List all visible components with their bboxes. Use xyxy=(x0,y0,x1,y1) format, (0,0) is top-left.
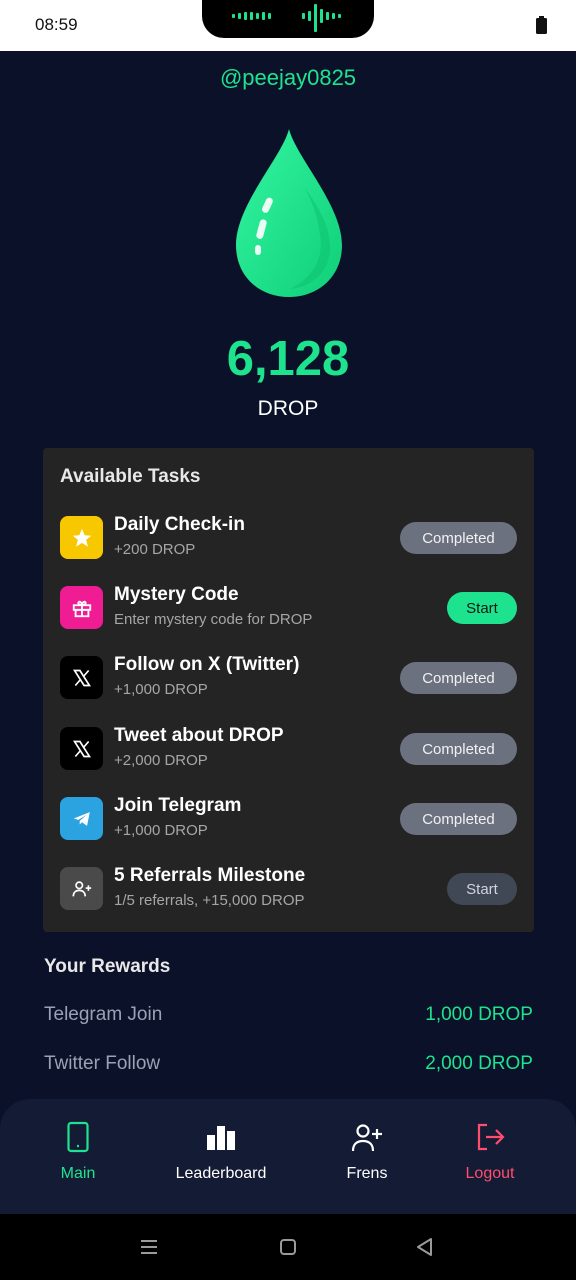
status-bar: 08:59 xyxy=(0,0,576,51)
system-nav-bar xyxy=(0,1214,576,1280)
completed-button[interactable]: Completed xyxy=(400,803,517,835)
task-row-tweet-about-drop: Tweet about DROP +2,000 DROP Completed xyxy=(43,725,534,797)
nav-label-leaderboard: Leaderboard xyxy=(175,1165,267,1182)
task-row-join-telegram: Join Telegram +1,000 DROP Completed xyxy=(43,795,534,867)
task-row-follow-x: Follow on X (Twitter) +1,000 DROP Comple… xyxy=(43,654,534,726)
task-desc: +1,000 DROP xyxy=(114,681,208,698)
bottom-nav: Main Leaderboard Frens Logout xyxy=(0,1099,576,1214)
tasks-card: Available Tasks Daily Check-in +200 DROP… xyxy=(43,448,534,932)
start-button[interactable]: Start xyxy=(447,592,517,624)
nav-label-logout: Logout xyxy=(465,1165,515,1182)
balance-amount: 6,128 xyxy=(226,332,350,386)
task-row-daily-check-in: Daily Check-in +200 DROP Completed xyxy=(43,514,534,586)
x-logo-icon xyxy=(60,727,103,770)
sound-wave-icon xyxy=(232,4,341,32)
task-desc: Enter mystery code for DROP xyxy=(114,611,313,628)
task-desc: 1/5 referrals, +15,000 DROP xyxy=(114,892,305,909)
rewards-title: Your Rewards xyxy=(44,956,171,977)
battery-icon xyxy=(536,16,547,34)
main-screen: @peejay0825 6,128 DROP Available Tasks D… xyxy=(0,51,576,1214)
drop-icon xyxy=(236,129,342,297)
task-row-mystery-code: Mystery Code Enter mystery code for DROP… xyxy=(43,584,534,656)
task-desc: +2,000 DROP xyxy=(114,752,208,769)
user-plus-icon xyxy=(351,1124,382,1152)
completed-button[interactable]: Completed xyxy=(400,662,517,694)
nav-item-frens[interactable]: Frens xyxy=(297,1121,437,1191)
nav-item-leaderboard[interactable]: Leaderboard xyxy=(151,1121,291,1191)
reward-amount: 2,000 DROP xyxy=(425,1053,533,1074)
start-button[interactable]: Start xyxy=(447,873,517,905)
back-triangle-icon[interactable] xyxy=(414,1236,436,1258)
tasks-title: Available Tasks xyxy=(60,466,201,487)
task-name: Mystery Code xyxy=(114,584,239,605)
menu-icon[interactable] xyxy=(138,1236,160,1258)
phone-icon xyxy=(67,1121,89,1153)
task-name: 5 Referrals Milestone xyxy=(114,865,306,886)
star-icon xyxy=(60,516,103,559)
nav-item-logout[interactable]: Logout xyxy=(420,1121,560,1191)
balance-unit: DROP xyxy=(257,397,319,420)
task-name: Daily Check-in xyxy=(114,514,245,535)
reward-name: Twitter Follow xyxy=(44,1053,161,1074)
telegram-icon xyxy=(60,797,103,840)
user-plus-icon xyxy=(60,867,103,910)
bar-chart-icon xyxy=(207,1126,235,1150)
nav-label-main: Main xyxy=(60,1165,96,1182)
reward-row: Twitter Follow 2,000 DROP xyxy=(44,1053,533,1079)
task-name: Tweet about DROP xyxy=(114,725,284,746)
username: @peejay0825 xyxy=(219,65,357,90)
nav-label-frens: Frens xyxy=(346,1165,388,1182)
status-time: 08:59 xyxy=(35,15,78,34)
task-name: Join Telegram xyxy=(114,795,242,816)
logout-icon xyxy=(477,1123,505,1151)
gift-icon xyxy=(60,586,103,629)
x-logo-icon xyxy=(60,656,103,699)
reward-amount: 1,000 DROP xyxy=(425,1004,533,1025)
task-name: Follow on X (Twitter) xyxy=(114,654,300,675)
task-desc: +1,000 DROP xyxy=(114,822,208,839)
nav-item-main[interactable]: Main xyxy=(8,1121,148,1191)
camera-notch xyxy=(202,0,374,38)
reward-row: Telegram Join 1,000 DROP xyxy=(44,1004,533,1030)
completed-button[interactable]: Completed xyxy=(400,522,517,554)
task-desc: +200 DROP xyxy=(114,541,196,558)
task-row-referrals-milestone: 5 Referrals Milestone 1/5 referrals, +15… xyxy=(43,865,534,937)
home-square-icon[interactable] xyxy=(277,1236,299,1258)
reward-name: Telegram Join xyxy=(44,1004,163,1025)
completed-button[interactable]: Completed xyxy=(400,733,517,765)
